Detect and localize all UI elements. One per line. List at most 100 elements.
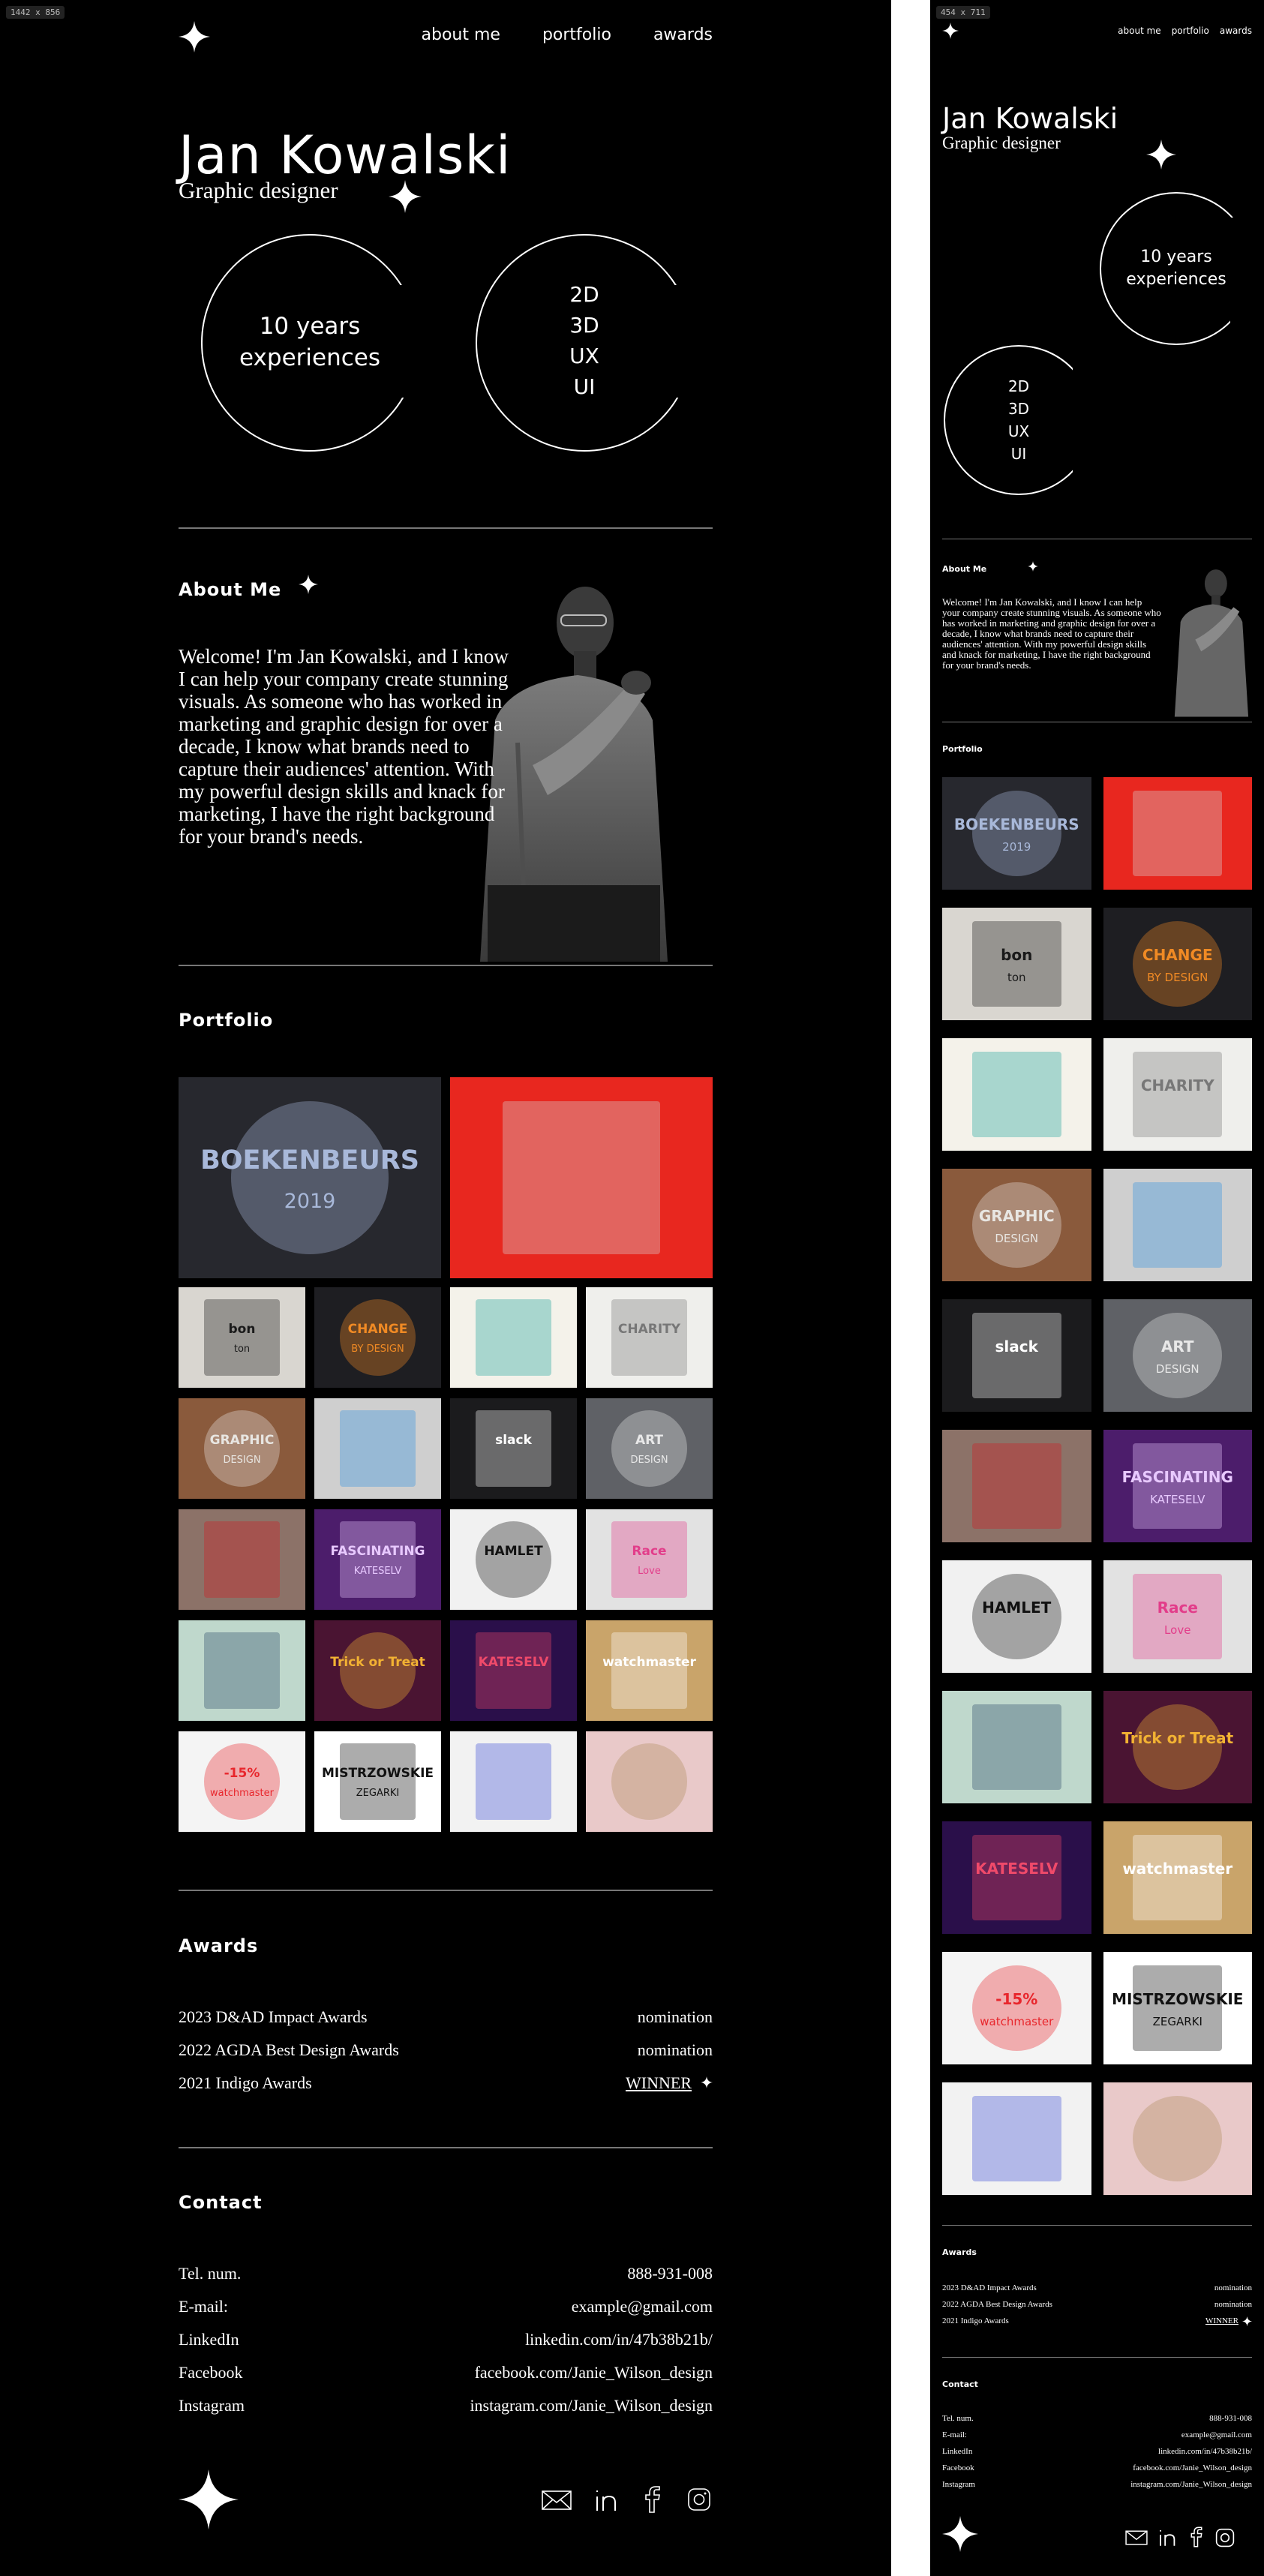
- portfolio-item-charity[interactable]: CHARITY: [586, 1287, 713, 1388]
- portfolio-item-trick-or-treat[interactable]: Trick or Treat: [314, 1620, 441, 1721]
- contact-value[interactable]: 888-931-008: [627, 2264, 713, 2283]
- thumb-subcaption: ton: [1007, 971, 1026, 984]
- mail-icon[interactable]: [1125, 2529, 1148, 2546]
- portfolio-item-boekenbeurs[interactable]: BOEKENBEURS 2019: [179, 1077, 441, 1278]
- portfolio-item-fascinating[interactable]: FASCINATING KATESELV: [314, 1509, 441, 1610]
- thumb-caption: BOEKENBEURS: [200, 1145, 419, 1176]
- thumb-caption: Race: [632, 1543, 667, 1559]
- contact-value[interactable]: 888-931-008: [1209, 2414, 1252, 2423]
- award-result: nomination: [1214, 2283, 1252, 2292]
- portfolio-item-ice-waves[interactable]: [179, 1620, 305, 1721]
- contact-row: E-mail: example@gmail.com: [179, 2297, 713, 2319]
- portfolio-item-kateselv-swirl[interactable]: KATESELV: [942, 1821, 1091, 1934]
- skill-item: 2D: [1007, 377, 1030, 395]
- portfolio-item-phone-ad[interactable]: [942, 2082, 1091, 2195]
- portfolio-item-mistrzowskie[interactable]: MISTRZOWSKIE ZEGARKI: [1103, 1952, 1252, 2064]
- contact-value[interactable]: instagram.com/Janie_Wilson_design: [470, 2396, 713, 2415]
- portfolio-item-red-statue[interactable]: [1103, 777, 1252, 890]
- thumb-caption: Trick or Treat: [330, 1654, 425, 1670]
- portfolio-item-trick-or-treat[interactable]: Trick or Treat: [1103, 1691, 1252, 1803]
- thumb-subcaption: 2019: [284, 1190, 336, 1214]
- thumb-caption: MISTRZOWSKIE: [1112, 1990, 1244, 2008]
- instagram-icon[interactable]: [1215, 2528, 1235, 2547]
- thumb-caption: CHANGE: [347, 1321, 408, 1337]
- thumb-caption: bon: [1001, 946, 1033, 964]
- thumb-artwork: [1133, 1052, 1223, 1137]
- portfolio-item-race-poster[interactable]: Race Love: [586, 1509, 713, 1610]
- portfolio-item-watchmaster-sign[interactable]: watchmaster: [1103, 1821, 1252, 1934]
- portfolio-item-art-design[interactable]: ART DESIGN: [1103, 1299, 1252, 1412]
- portfolio-item-watch-sale[interactable]: -15% watchmaster: [942, 1952, 1091, 2064]
- portfolio-item-kateselv-swirl[interactable]: KATESELV: [450, 1620, 577, 1721]
- portfolio-item-tropical-leaves[interactable]: [450, 1287, 577, 1388]
- portfolio-item-sign-rose[interactable]: [179, 1509, 305, 1610]
- contact-value[interactable]: instagram.com/Janie_Wilson_design: [1130, 2480, 1252, 2489]
- nav-about[interactable]: about me: [422, 26, 500, 44]
- star-logo-icon[interactable]: [179, 21, 210, 53]
- star-logo-icon[interactable]: [179, 2469, 239, 2529]
- contact-value[interactable]: facebook.com/Janie_Wilson_design: [475, 2363, 713, 2382]
- divider: [942, 2357, 1252, 2358]
- portfolio-item-graphic-design-book[interactable]: GRAPHIC DESIGN: [942, 1169, 1091, 1281]
- contact-value[interactable]: linkedin.com/in/47b38b21b/: [1158, 2447, 1252, 2456]
- portfolio-item-red-statue[interactable]: [450, 1077, 713, 1278]
- contact-value[interactable]: facebook.com/Janie_Wilson_design: [1133, 2463, 1252, 2472]
- portfolio-item-sign-rose[interactable]: [942, 1430, 1091, 1542]
- awards-heading: Awards: [942, 2247, 977, 2257]
- portfolio-item-watch-sale[interactable]: -15% watchmaster: [179, 1731, 305, 1832]
- portfolio-item-ice-waves[interactable]: [942, 1691, 1091, 1803]
- portfolio-item-change-design[interactable]: CHANGE BY DESIGN: [314, 1287, 441, 1388]
- portfolio-item-bon-ton[interactable]: bon ton: [179, 1287, 305, 1388]
- facebook-icon[interactable]: [1190, 2526, 1203, 2547]
- facebook-icon[interactable]: [644, 2486, 662, 2513]
- star-icon: [389, 180, 422, 213]
- linkedin-icon[interactable]: [1158, 2528, 1178, 2547]
- thumb-caption: slack: [495, 1432, 532, 1448]
- contact-value[interactable]: linkedin.com/in/47b38b21b/: [525, 2330, 713, 2349]
- portfolio-item-art-design[interactable]: ART DESIGN: [586, 1398, 713, 1499]
- linkedin-icon[interactable]: [594, 2487, 620, 2513]
- portfolio-heading: Portfolio: [942, 744, 983, 754]
- thumb-caption: CHANGE: [1142, 946, 1213, 964]
- portfolio-item-watchmaster-sign[interactable]: watchmaster: [586, 1620, 713, 1721]
- portfolio-item-tropical-leaves[interactable]: [942, 1038, 1091, 1151]
- portfolio-item-hamlet[interactable]: HAMLET: [942, 1560, 1091, 1673]
- contact-value[interactable]: example@gmail.com: [572, 2297, 713, 2316]
- instagram-icon[interactable]: [687, 2487, 711, 2511]
- portfolio-item-pink-photo[interactable]: [1103, 2082, 1252, 2195]
- nav-portfolio[interactable]: portfolio: [1172, 26, 1209, 36]
- portfolio-item-slack[interactable]: slack: [942, 1299, 1091, 1412]
- portfolio-item-boekenbeurs[interactable]: BOEKENBEURS 2019: [942, 777, 1091, 890]
- portfolio-item-pink-photo[interactable]: [586, 1731, 713, 1832]
- award-result-winner[interactable]: WINNER: [626, 2073, 692, 2093]
- portfolio-item-phone-ad[interactable]: [450, 1731, 577, 1832]
- star-logo-icon[interactable]: [942, 23, 959, 39]
- thumb-artwork: [971, 1182, 1061, 1268]
- portfolio-item-paint-splash[interactable]: [314, 1398, 441, 1499]
- nav-portfolio[interactable]: portfolio: [542, 26, 611, 44]
- portfolio-item-fascinating[interactable]: FASCINATING KATESELV: [1103, 1430, 1252, 1542]
- nav-about[interactable]: about me: [1118, 26, 1161, 36]
- nav-awards[interactable]: awards: [653, 26, 713, 44]
- portfolio-item-mistrzowskie[interactable]: MISTRZOWSKIE ZEGARKI: [314, 1731, 441, 1832]
- portfolio-item-slack[interactable]: slack: [450, 1398, 577, 1499]
- contact-label: Facebook: [179, 2363, 243, 2382]
- star-icon: [1242, 2316, 1252, 2326]
- contact-row: E-mail: example@gmail.com: [942, 2430, 1252, 2442]
- award-result-winner[interactable]: WINNER: [1205, 2316, 1238, 2325]
- thumb-caption: slack: [995, 1338, 1038, 1356]
- portfolio-item-graphic-design-book[interactable]: GRAPHIC DESIGN: [179, 1398, 305, 1499]
- thumb-subcaption: DESIGN: [223, 1455, 261, 1467]
- mail-icon[interactable]: [542, 2489, 572, 2511]
- portfolio-item-charity[interactable]: CHARITY: [1103, 1038, 1252, 1151]
- contact-value[interactable]: example@gmail.com: [1181, 2430, 1252, 2439]
- portfolio-item-change-design[interactable]: CHANGE BY DESIGN: [1103, 908, 1252, 1020]
- portfolio-item-bon-ton[interactable]: bon ton: [942, 908, 1091, 1020]
- thumb-subcaption: Love: [638, 1566, 661, 1578]
- portfolio-item-race-poster[interactable]: Race Love: [1103, 1560, 1252, 1673]
- portfolio-item-paint-splash[interactable]: [1103, 1169, 1252, 1281]
- portfolio-item-hamlet[interactable]: HAMLET: [450, 1509, 577, 1610]
- thumb-artwork: [1133, 1313, 1223, 1398]
- nav-awards[interactable]: awards: [1220, 26, 1252, 36]
- star-logo-icon[interactable]: [942, 2516, 978, 2552]
